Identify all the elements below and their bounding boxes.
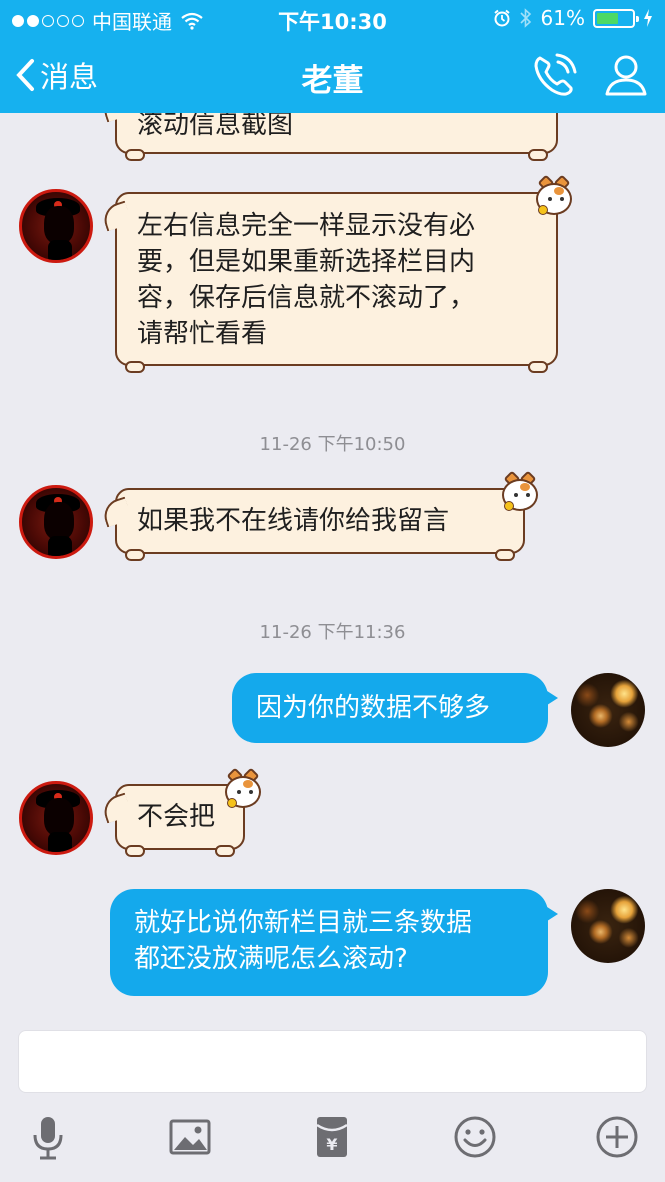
red-packet-button[interactable]: ¥ — [308, 1113, 356, 1161]
message-bubble-right[interactable]: 就好比说你新栏目就三条数据 都还没放满呢怎么滚动? — [110, 889, 558, 996]
voice-button[interactable] — [24, 1113, 72, 1161]
microphone-icon — [33, 1117, 63, 1160]
chat-area[interactable]: 滚动信息截图 左右信息完全一样显示没有必 要，但是如果重新选择栏目内 容，保存后… — [0, 113, 665, 1025]
timestamp: 11-26 下午11:36 — [259, 622, 406, 643]
cat-sticker-icon — [532, 174, 576, 219]
user-avatar[interactable] — [571, 673, 645, 747]
status-bar: 中国联通 下午10:30 61% — [0, 0, 665, 38]
call-button[interactable] — [530, 52, 578, 98]
image-icon — [169, 1119, 211, 1155]
message-bubble-left[interactable]: 左右信息完全一样显示没有必 要，但是如果重新选择栏目内 容，保存后信息就不滚动了… — [115, 192, 558, 373]
bluetooth-icon — [519, 8, 531, 28]
alarm-icon — [493, 9, 510, 27]
message-line: 左右信息完全一样显示没有必 — [137, 211, 476, 241]
message-bubble-right[interactable]: 因为你的数据不够多 — [232, 673, 558, 743]
message-bubble-left[interactable]: 滚动信息截图 — [115, 113, 558, 161]
red-packet-icon: ¥ — [316, 1117, 348, 1157]
top-bar: 中国联通 下午10:30 61% 消息 老董 — [0, 0, 665, 113]
user-avatar[interactable] — [571, 889, 645, 963]
message-line: 要，但是如果重新选择栏目内 — [137, 247, 476, 277]
cat-sticker-icon — [498, 470, 542, 515]
profile-button[interactable] — [602, 52, 650, 98]
image-button[interactable] — [166, 1113, 214, 1161]
cat-sticker-icon — [221, 767, 265, 812]
profile-icon — [605, 55, 647, 96]
timestamp: 11-26 下午10:50 — [259, 434, 406, 455]
add-icon — [596, 1116, 638, 1158]
message-line: 就好比说你新栏目就三条数据 — [134, 908, 473, 938]
message-line: 不会把 — [137, 802, 216, 832]
svg-text:¥: ¥ — [326, 1135, 337, 1154]
message-input[interactable] — [18, 1030, 647, 1093]
message-line: 都还没放满呢怎么滚动? — [134, 944, 408, 974]
emoji-button[interactable] — [451, 1113, 499, 1161]
message-line: 容，保存后信息就不滚动了， — [137, 283, 476, 313]
battery-icon — [593, 8, 639, 28]
message-line: 如果我不在线请你给我留言 — [137, 506, 450, 536]
more-button[interactable] — [593, 1113, 641, 1161]
status-right: 61% — [493, 6, 653, 30]
message-bubble-left[interactable]: 如果我不在线请你给我留言 — [115, 488, 525, 561]
composer: ¥ — [0, 1025, 665, 1182]
composer-toolbar: ¥ — [0, 1113, 665, 1161]
phone-icon — [534, 53, 577, 96]
emoji-icon — [454, 1116, 496, 1158]
contact-avatar[interactable] — [19, 189, 93, 263]
message-line: 请帮忙看看 — [137, 319, 268, 349]
message-text: 滚动信息截图 — [137, 113, 294, 140]
charging-icon — [644, 9, 652, 27]
message-line: 因为你的数据不够多 — [256, 693, 491, 723]
contact-avatar[interactable] — [19, 485, 93, 559]
contact-avatar[interactable] — [19, 781, 93, 855]
nav-bar: 消息 老董 — [0, 38, 665, 113]
battery-percent: 61% — [540, 6, 585, 30]
